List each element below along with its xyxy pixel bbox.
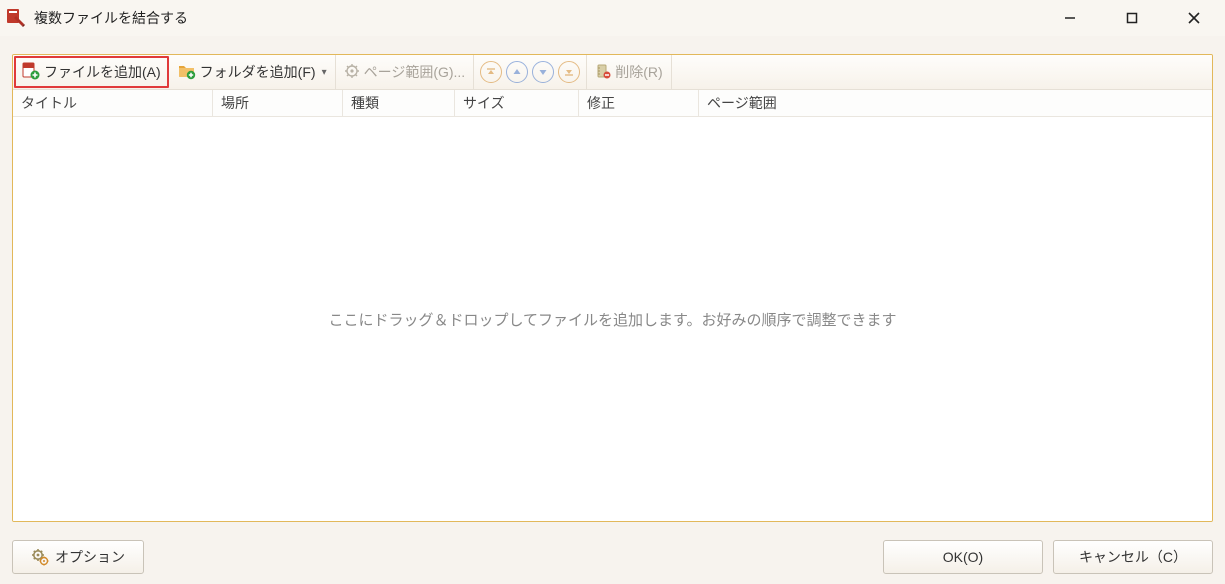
move-down-button[interactable] xyxy=(532,61,554,83)
column-range[interactable]: ページ範囲 xyxy=(699,90,1212,116)
move-up-button[interactable] xyxy=(506,61,528,83)
table-header: タイトル 場所 種類 サイズ 修正 ページ範囲 xyxy=(13,90,1212,117)
move-top-button[interactable] xyxy=(480,61,502,83)
reorder-controls xyxy=(474,55,587,89)
app-icon xyxy=(6,8,26,28)
dialog-window: 複数ファイルを結合する xyxy=(0,0,1225,584)
delete-label: 削除(R) xyxy=(615,62,662,82)
maximize-button[interactable] xyxy=(1101,0,1163,36)
add-file-button[interactable]: ファイルを追加(A) xyxy=(14,56,169,88)
toolbar: ファイルを追加(A) フォルダを追加(F) ▾ xyxy=(13,55,1212,90)
ok-button[interactable]: OK(O) xyxy=(883,540,1043,574)
close-button[interactable] xyxy=(1163,0,1225,36)
file-list-panel: ファイルを追加(A) フォルダを追加(F) ▾ xyxy=(12,54,1213,522)
titlebar: 複数ファイルを結合する xyxy=(0,0,1225,36)
add-folder-label: フォルダを追加(F) xyxy=(200,62,316,82)
column-title[interactable]: タイトル xyxy=(13,90,213,116)
pdf-add-icon xyxy=(22,62,40,83)
gear-icon xyxy=(31,548,49,566)
minimize-button[interactable] xyxy=(1039,0,1101,36)
page-range-label: ページ範囲(G)... xyxy=(364,62,466,82)
folder-add-icon xyxy=(178,62,196,83)
move-bottom-button[interactable] xyxy=(558,61,580,83)
column-type[interactable]: 種類 xyxy=(343,90,455,116)
page-range-button[interactable]: ページ範囲(G)... xyxy=(336,55,475,89)
window-title: 複数ファイルを結合する xyxy=(34,8,188,28)
cancel-label: キャンセル（C） xyxy=(1079,547,1187,567)
options-label: オプション xyxy=(55,547,125,567)
add-file-label: ファイルを追加(A) xyxy=(44,62,161,82)
column-location[interactable]: 場所 xyxy=(213,90,343,116)
column-modified[interactable]: 修正 xyxy=(579,90,699,116)
delete-icon xyxy=(595,63,611,82)
bottom-bar: オプション OK(O) キャンセル（C） xyxy=(0,530,1225,584)
add-folder-button[interactable]: フォルダを追加(F) ▾ xyxy=(170,55,336,89)
chevron-down-icon: ▾ xyxy=(322,67,327,78)
delete-button[interactable]: 削除(R) xyxy=(587,55,671,89)
gear-small-icon xyxy=(344,63,360,82)
drop-hint-text: ここにドラッグ＆ドロップしてファイルを追加します。お好みの順序で調整できます xyxy=(328,309,896,330)
content-area: ファイルを追加(A) フォルダを追加(F) ▾ xyxy=(0,36,1225,530)
window-controls xyxy=(1039,0,1225,36)
ok-label: OK(O) xyxy=(943,549,983,565)
cancel-button[interactable]: キャンセル（C） xyxy=(1053,540,1213,574)
drop-area[interactable]: ここにドラッグ＆ドロップしてファイルを追加します。お好みの順序で調整できます xyxy=(13,117,1212,521)
column-size[interactable]: サイズ xyxy=(455,90,579,116)
options-button[interactable]: オプション xyxy=(12,540,144,574)
